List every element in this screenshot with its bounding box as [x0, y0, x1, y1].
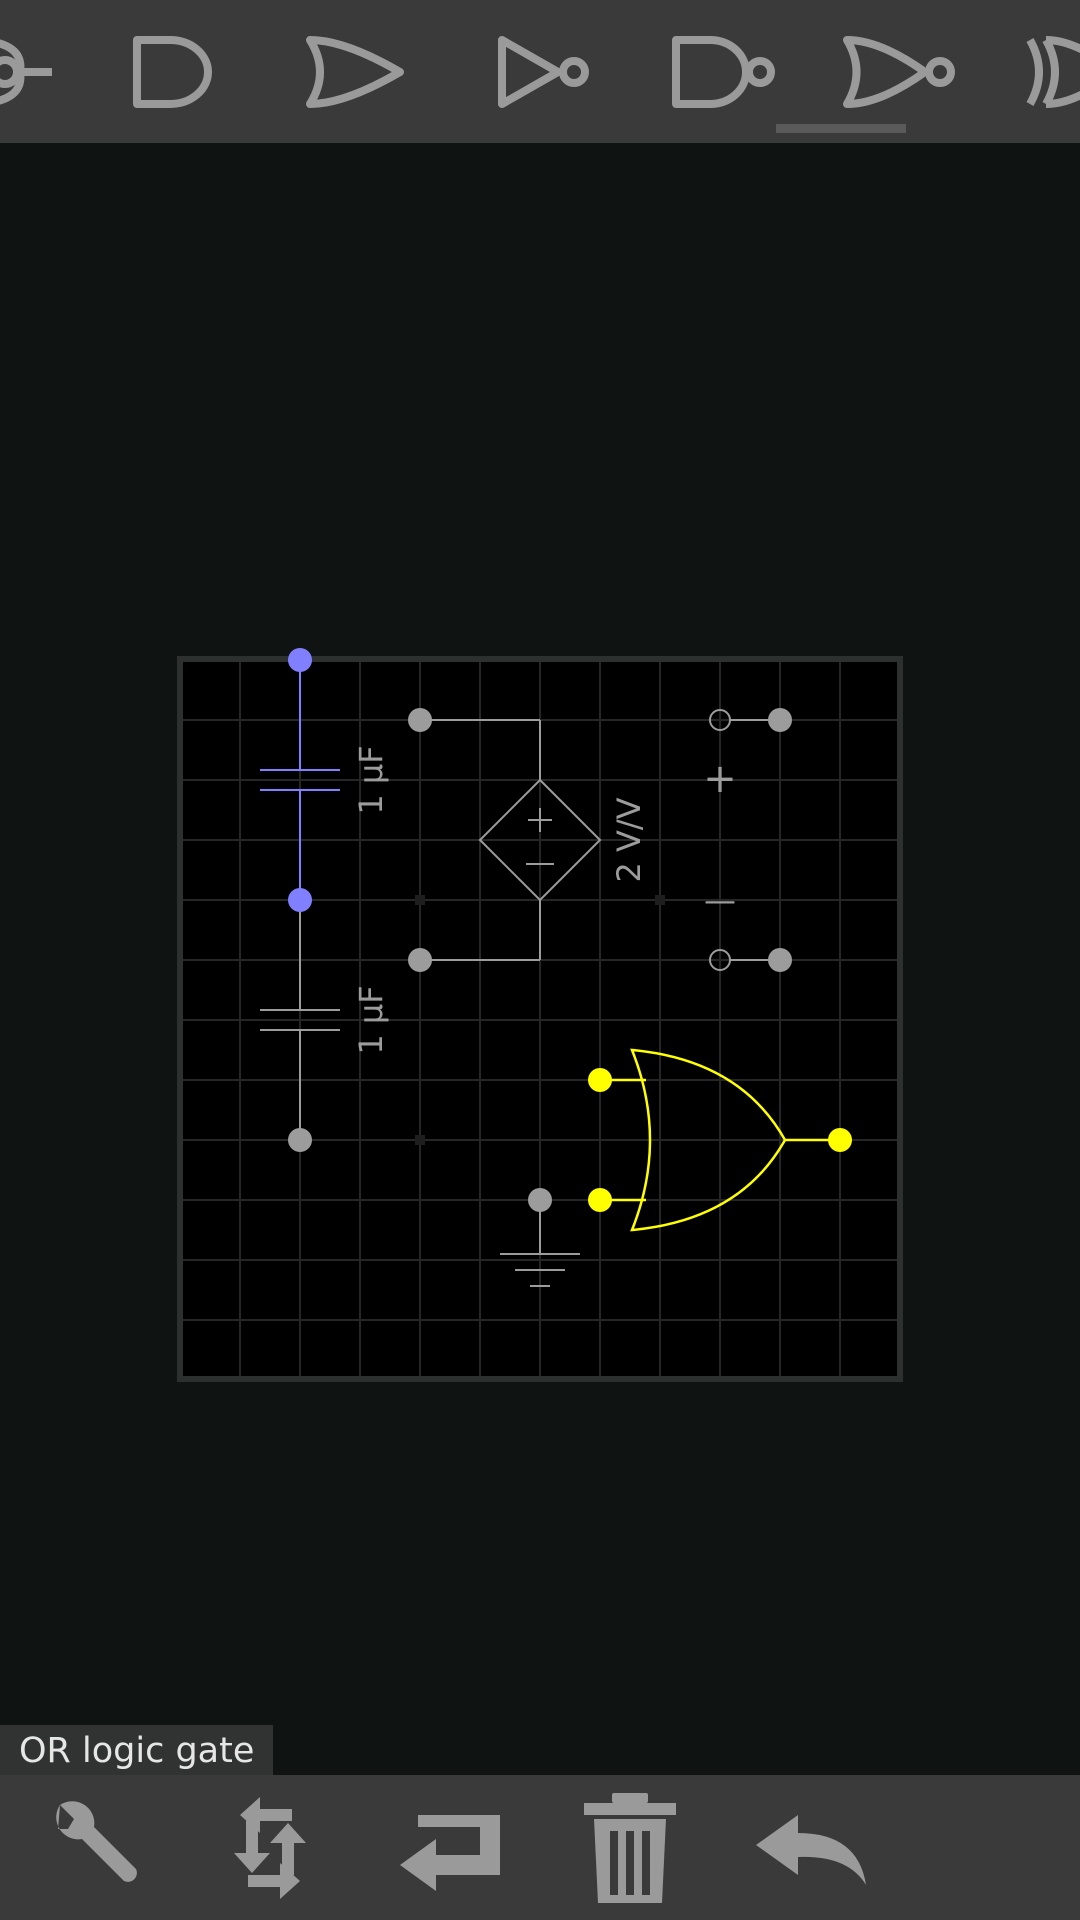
wrench-icon[interactable]	[20, 1775, 160, 1920]
nand-gate-icon[interactable]	[672, 36, 775, 108]
action-toolbar	[0, 1775, 1080, 1920]
ground-terminal[interactable]	[528, 1188, 552, 1212]
or-gate-input-2[interactable]	[588, 1188, 612, 1212]
capacitor-bottom-terminal[interactable]	[288, 1128, 312, 1152]
trash-icon[interactable]	[560, 1775, 700, 1920]
xor-gate-icon[interactable]	[1026, 36, 1080, 108]
or-gate-input-1[interactable]	[588, 1068, 612, 1092]
selected-tab-indicator	[776, 124, 906, 133]
component-toolbar	[0, 0, 1080, 143]
xnor-gate-icon[interactable]	[0, 39, 52, 105]
probe-minus-sign: —	[704, 881, 736, 919]
circuit-canvas[interactable]: 1 µF 1 µF 2 V/V + —	[0, 143, 1080, 1775]
capacitor-top-terminal-2[interactable]	[288, 888, 312, 912]
source-terminal-bottom[interactable]	[408, 948, 432, 972]
capacitor-top-label: 1 µF	[352, 745, 390, 814]
probe-terminal-top[interactable]	[768, 708, 792, 732]
and-gate-icon[interactable]	[133, 36, 212, 108]
flip-icon[interactable]	[380, 1775, 520, 1920]
rotate-icon[interactable]	[200, 1775, 340, 1920]
undo-icon[interactable]	[740, 1775, 880, 1920]
or-gate-output[interactable]	[828, 1128, 852, 1152]
probe-plus-sign: +	[703, 756, 737, 802]
source-terminal-top[interactable]	[408, 708, 432, 732]
capacitor-top-terminal-1[interactable]	[288, 648, 312, 672]
capacitor-bottom-label: 1 µF	[352, 985, 390, 1054]
nor-gate-icon[interactable]	[843, 36, 955, 108]
source-gain-label: 2 V/V	[610, 797, 648, 882]
not-gate-icon[interactable]	[498, 36, 589, 108]
probe-terminal-bottom[interactable]	[768, 948, 792, 972]
or-gate-icon[interactable]	[306, 36, 404, 108]
selected-component-label: OR logic gate	[0, 1725, 274, 1775]
